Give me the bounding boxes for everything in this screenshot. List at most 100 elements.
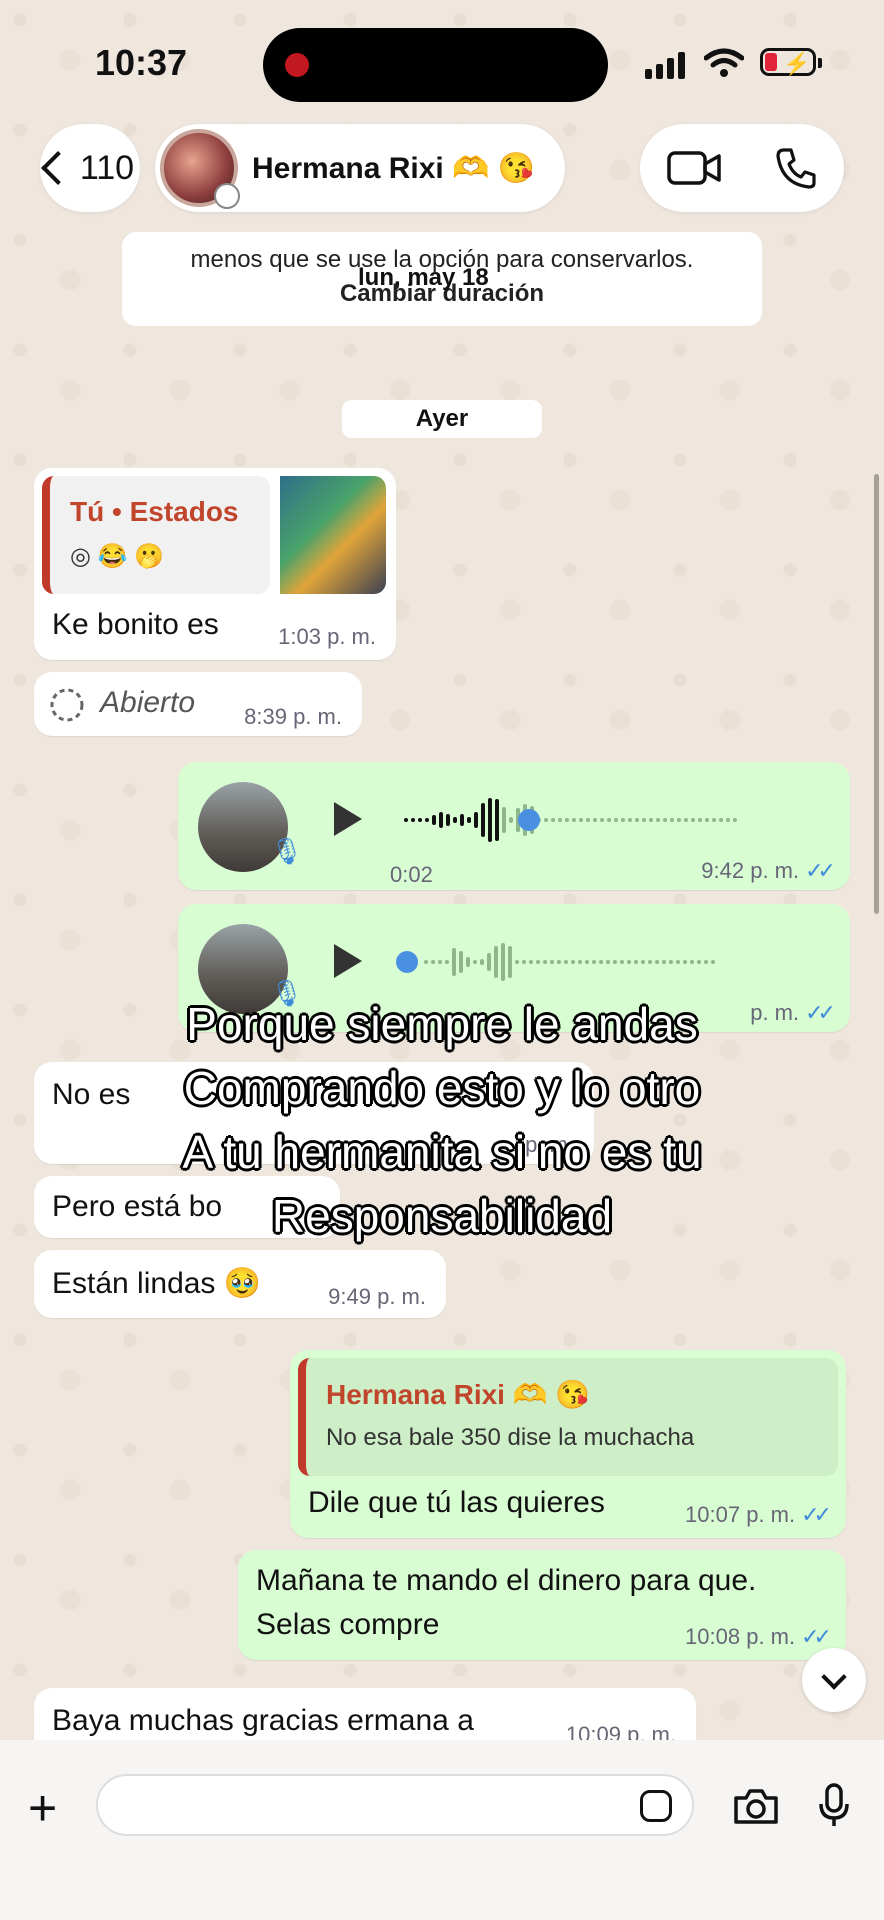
quote-title: Hermana Rixi 🫶 😘 [326,1379,591,1410]
waveform-bar [634,960,638,964]
playback-knob[interactable] [518,809,540,831]
waveform-bar [655,960,659,964]
back-button[interactable]: 110 [40,124,140,212]
message-text: Están lindas 🥹 [52,1267,262,1300]
waveform-bar [557,960,561,964]
waveform-bar [578,960,582,964]
waveform-bar [425,818,429,822]
waveform-bar [670,818,674,822]
waveform-bar [453,817,457,823]
voice-duration: 0:02 [390,862,433,887]
video-caption-overlay: Porque siempre le andas Comprando esto y… [0,992,884,1248]
waveform-bar [439,811,443,829]
waveform-bar [544,818,548,822]
microphone-icon[interactable] [818,1782,850,1828]
outgoing-message[interactable]: Mañana te mando el dinero para que. Sela… [238,1550,846,1660]
waveform-bar [585,960,589,964]
status-reply-message[interactable]: Tú • Estados ◎ 😂 🫢 Ke bonito es 1:03 p. … [34,468,396,660]
camera-icon[interactable] [732,1786,780,1826]
waveform-bar [404,818,408,822]
incoming-message[interactable]: Están lindas 🥹 9:49 p. m. [34,1250,446,1318]
waveform-bar [501,942,505,982]
waveform-bar [711,960,715,964]
waveform-bar [543,960,547,964]
reply-message[interactable]: Hermana Rixi 🫶 😘 No esa bale 350 dise la… [290,1350,846,1538]
waveform-bar [445,960,449,964]
chevron-down-icon [821,1664,847,1690]
quote-title: Tú • Estados [70,496,239,527]
message-input[interactable] [96,1774,694,1836]
chevron-left-icon [40,151,75,185]
status-ring-icon [214,183,240,209]
waveform-bar [481,803,485,837]
waveform-bar [473,959,477,965]
message-text: Ke bonito es [52,608,219,641]
waveform-bar [698,818,702,822]
voice-message[interactable]: 🎙 0:02 9:42 p. m. ✓✓ [178,762,850,890]
waveform-bar [509,817,513,823]
waveform-bar [565,818,569,822]
waveform-bar [571,960,575,964]
waveform[interactable] [404,790,737,850]
message-text-line2: Selas compre [256,1608,440,1641]
play-button[interactable] [334,944,362,978]
contact-header[interactable]: Hermana Rixi 🫶 😘 [155,124,565,212]
waveform-bar [614,818,618,822]
waveform-bar [446,813,450,827]
waveform-bar [466,956,470,968]
mic-badge-icon: 🎙 [270,836,304,866]
message-text-line1: Mañana te mando el dinero para que. [256,1564,757,1597]
waveform-bar [536,960,540,964]
quote-preview: ◎ 😂 🫢 [70,543,165,570]
play-button[interactable] [334,802,362,836]
caption-line: Porque siempre le andas [185,997,698,1051]
waveform-bar [705,818,709,822]
scroll-to-bottom-button[interactable] [802,1648,866,1712]
waveform-bar [663,818,667,822]
waveform-bar [628,818,632,822]
waveform-bar [607,818,611,822]
waveform-bar [691,818,695,822]
attach-plus-icon[interactable]: + [28,1783,57,1833]
waveform-bar [662,960,666,964]
waveform-bar [508,946,512,978]
view-once-message[interactable]: Abierto 8:39 p. m. [34,672,362,736]
waveform-bar [669,960,673,964]
message-time: 1:03 p. m. [278,624,376,649]
waveform-bar [572,818,576,822]
dynamic-island [263,28,608,102]
waveform-bar [648,960,652,964]
waveform-bar [641,960,645,964]
waveform-bar [487,952,491,972]
quoted-message[interactable]: Hermana Rixi 🫶 😘 No esa bale 350 dise la… [298,1358,838,1476]
avatar[interactable] [160,129,240,209]
waveform-bar [627,960,631,964]
sticker-icon[interactable] [640,1790,672,1822]
phone-call-icon[interactable] [774,146,818,190]
call-actions [640,124,844,212]
message-text: Abierto [100,686,196,719]
recording-dot-icon [285,53,309,77]
waveform-bar [690,960,694,964]
waveform-bar [502,807,506,833]
message-text: Baya muchas gracias ermana a [52,1704,474,1737]
waveform-bar [593,818,597,822]
waveform-bar [613,960,617,964]
waveform-bar [564,960,568,964]
scrollbar[interactable] [874,474,879,914]
waveform-bar [684,818,688,822]
waveform-bar [606,960,610,964]
day-separator: Ayer [342,400,542,438]
message-text: Dile que tú las quieres [308,1486,605,1519]
status-time: 10:37 [95,42,188,83]
waveform-bar [411,818,415,822]
waveform-bar [719,818,723,822]
playback-knob[interactable] [396,951,418,973]
waveform-bar [522,960,526,964]
waveform-bar [494,945,498,979]
waveform-bar [431,960,435,964]
quoted-status[interactable]: Tú • Estados ◎ 😂 🫢 [42,476,270,594]
waveform-bar [424,960,428,964]
video-call-icon[interactable] [666,148,722,188]
waveform[interactable] [424,932,715,992]
